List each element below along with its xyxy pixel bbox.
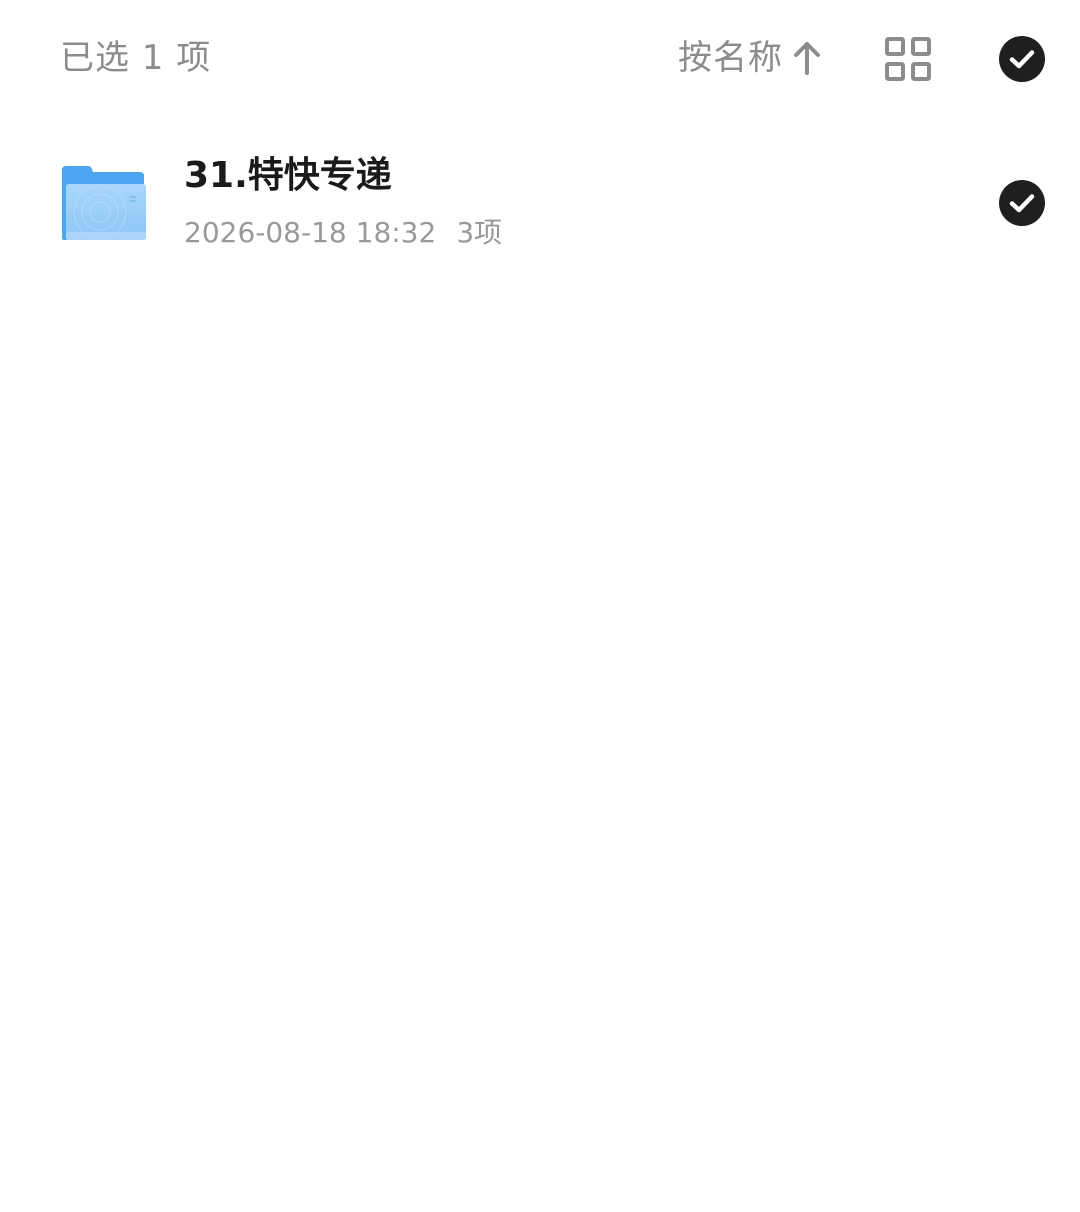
check-circle-icon [999,36,1045,82]
sort-label: 按名称 [678,38,783,78]
folder-icon [60,164,148,242]
select-all-checkbox[interactable] [998,35,1046,83]
row-select-checkbox[interactable] [998,179,1046,227]
arrow-up-icon [794,42,820,75]
selection-toolbar: 已选 1 项 按名称 [0,0,1080,116]
grid-view-toggle-button[interactable] [884,36,932,82]
file-item-count: 3项 [456,216,503,249]
check-circle-icon [999,180,1045,226]
file-name: 31.特快专递 [184,155,392,196]
selection-count-label: 已选 1 项 [60,38,212,78]
file-list-item[interactable]: 31.特快专递 2026-08-18 18:32 3项 [0,140,1080,266]
grid-view-icon [885,37,931,81]
sort-by-name-button[interactable]: 按名称 [678,36,821,80]
file-modified-date: 2026-08-18 18:32 [184,216,437,249]
file-meta: 2026-08-18 18:32 3项 [184,216,502,250]
